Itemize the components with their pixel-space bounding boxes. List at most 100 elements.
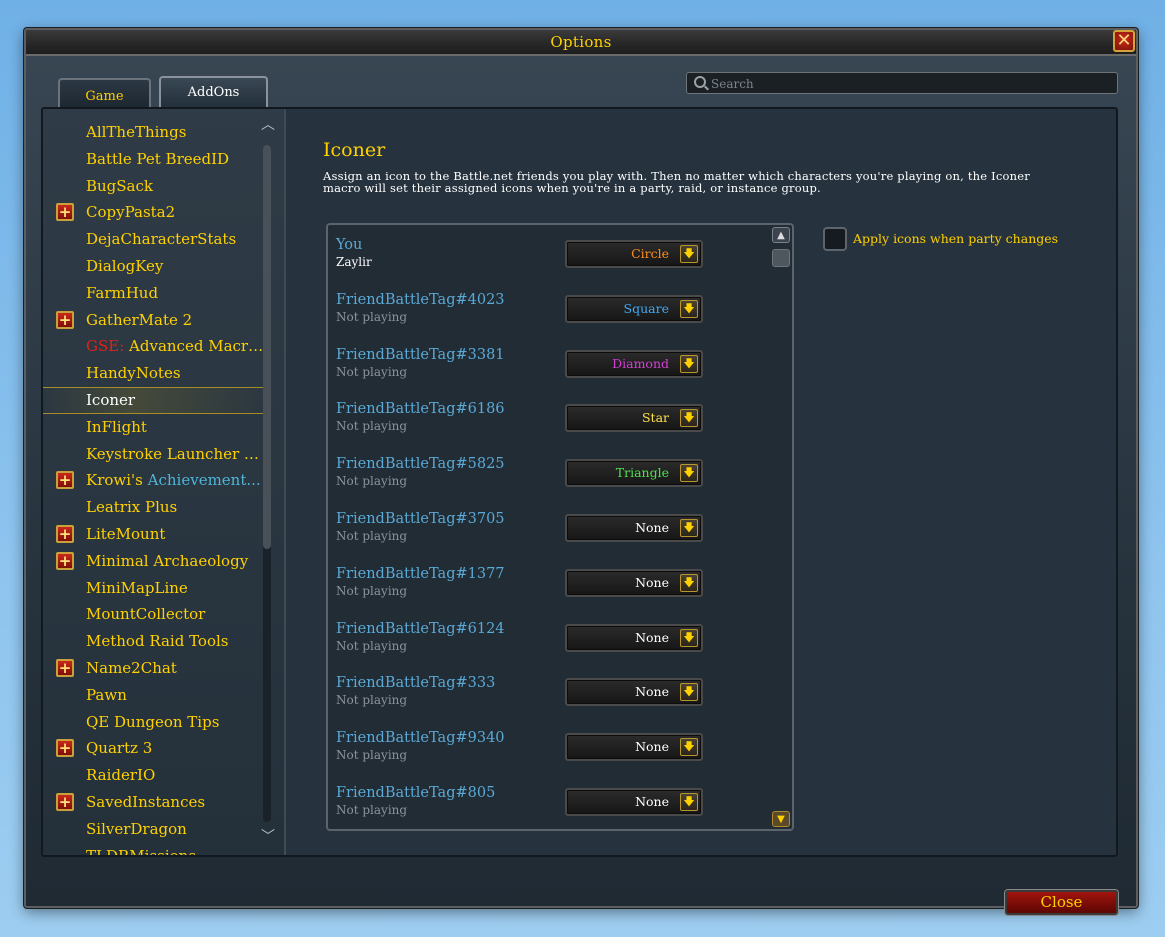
dropdown-arrow-icon[interactable]: 🡇 [680,299,698,318]
icon-dropdown[interactable]: None 🡇 [565,568,703,597]
addon-name-rest: Advanced Macro... [129,337,264,356]
addon-list-item[interactable]: FarmHud [43,280,268,307]
addon-name: SavedInstances [86,793,206,811]
expand-plus-icon[interactable]: + [56,793,74,811]
addon-list-item[interactable]: + Quartz 3 [43,735,268,762]
dropdown-arrow-icon[interactable]: 🡇 [680,738,698,757]
dropdown-arrow-icon[interactable]: 🡇 [680,519,698,537]
icon-dropdown[interactable]: Diamond 🡇 [565,349,703,378]
icon-dropdown-value: Circle [631,246,669,261]
addon-list-item[interactable]: Iconer [43,387,268,414]
expand-plus-icon[interactable]: + [56,203,74,222]
dropdown-arrow-icon[interactable]: 🡇 [680,628,698,647]
friend-name: FriendBattleTag#3381 [336,346,505,363]
addon-list-item[interactable]: MiniMapLine [43,575,268,602]
addon-list-item[interactable]: + LiteMount [43,521,268,548]
expand-plus-icon[interactable]: + [56,525,74,543]
addon-list-item[interactable]: MountCollector [43,601,268,628]
apply-icons-checkbox[interactable] [823,227,847,251]
friends-scroll-down-icon[interactable]: ▼ [772,811,790,827]
friend-status: Not playing [336,638,408,653]
addon-name: Iconer [86,391,136,409]
scroll-down-arrow-icon[interactable]: ﹀ [259,830,277,844]
dropdown-arrow-icon[interactable]: 🡇 [680,683,698,702]
friend-status: Zaylir [336,255,372,269]
addon-list-item[interactable]: + Name2Chat [43,655,268,682]
addon-name: TLDRMissions [86,847,264,855]
addon-name: AllTheThings [86,123,187,141]
friends-scrollbar-thumb[interactable] [772,249,790,267]
search-input[interactable] [709,74,1113,94]
addon-list-item[interactable]: + GatherMate 2 [43,307,268,334]
icon-dropdown[interactable]: Triangle 🡇 [565,459,703,488]
addon-list-item[interactable]: + Krowi's Achievement... [43,467,268,494]
title-bar[interactable]: Options [26,30,1136,56]
friend-status: Not playing [336,693,408,708]
expand-plus-icon[interactable]: + [56,659,74,677]
icon-dropdown[interactable]: Star 🡇 [565,404,703,433]
icon-dropdown[interactable]: None 🡇 [565,623,703,652]
friend-row: FriendBattleTag#5825 Not playing Triangle 🡇 [328,452,768,507]
addon-list-item[interactable]: Method Raid Tools [43,628,268,655]
addon-list-item[interactable]: InFlight [43,414,268,441]
addon-list-item[interactable]: Battle Pet BreedID [43,146,268,173]
addon-list-item[interactable]: Pawn [43,682,268,709]
addon-list-item[interactable]: HandyNotes [43,360,268,387]
addon-list-item[interactable]: + SavedInstances [43,789,268,816]
addon-name: Krowi's Achievement... [86,471,264,489]
icon-dropdown[interactable]: None 🡇 [565,514,703,542]
addon-name: BugSack [86,176,153,195]
addon-list-item[interactable]: DejaCharacterStats [43,226,268,253]
dropdown-arrow-icon[interactable]: 🡇 [680,409,698,428]
dropdown-arrow-icon[interactable]: 🡇 [680,793,698,811]
addon-list-item[interactable]: GSE: Advanced Macro... [43,333,268,360]
addon-name: GatherMate 2 [86,310,193,329]
friends-scroll-up-icon[interactable]: ▲ [772,227,790,243]
search-box[interactable] [686,72,1118,94]
expand-plus-icon[interactable]: + [56,739,74,758]
friend-name: FriendBattleTag#5825 [336,456,505,473]
addon-name: CopyPasta2 [86,203,176,222]
addon-name: SilverDragon [86,819,187,838]
addon-list-item[interactable]: DialogKey [43,253,268,280]
tab-addons[interactable]: AddOns [159,76,268,108]
dropdown-arrow-icon[interactable]: 🡇 [680,245,698,263]
expand-plus-icon[interactable]: + [56,310,74,329]
friend-row: FriendBattleTag#805 Not playing None 🡇 [328,781,768,829]
addon-list-item[interactable]: AllTheThings [43,119,268,146]
close-x-icon[interactable]: ✕ [1113,30,1135,52]
expand-plus-icon[interactable]: + [56,551,74,570]
addon-list-item[interactable]: RaiderIO [43,762,268,789]
icon-dropdown[interactable]: None 🡇 [565,678,703,707]
addon-list-item[interactable]: QE Dungeon Tips [43,709,268,736]
expand-plus-icon[interactable]: + [56,471,74,490]
icon-dropdown-value: None [635,684,669,700]
friend-row: FriendBattleTag#6186 Not playing Star 🡇 [328,397,768,452]
addon-name: Battle Pet BreedID [86,149,230,168]
dropdown-arrow-icon[interactable]: 🡇 [680,354,698,373]
addon-list-item[interactable]: SilverDragon [43,816,268,843]
addon-list-item[interactable]: Keystroke Launcher R... [43,441,268,468]
icon-dropdown[interactable]: Circle 🡇 [565,240,703,268]
icon-dropdown[interactable]: None 🡇 [565,733,703,762]
addon-name-prefix: Krowi's [86,471,143,490]
search-icon [694,76,706,88]
addon-list-item[interactable]: Leatrix Plus [43,494,268,521]
tab-game[interactable]: Game [58,78,151,108]
icon-dropdown[interactable]: Square 🡇 [565,294,703,323]
addon-list-item[interactable]: TLDRMissions [43,843,268,855]
addon-name: HandyNotes [86,364,181,383]
friend-name: FriendBattleTag#4023 [336,291,505,308]
icon-dropdown-value: Square [623,300,669,316]
addon-list-item[interactable]: + Minimal Archaeology [43,548,268,575]
scroll-up-arrow-icon[interactable]: ︿ [259,118,277,132]
close-button[interactable]: Close [1005,890,1118,915]
dropdown-arrow-icon[interactable]: 🡇 [680,464,698,483]
dropdown-arrow-icon[interactable]: 🡇 [680,573,698,592]
addon-list-item[interactable]: BugSack [43,173,268,200]
addon-list-scrollbar-thumb[interactable] [263,145,271,549]
friend-name: FriendBattleTag#805 [336,785,496,801]
addon-list-item[interactable]: + CopyPasta2 [43,199,268,226]
icon-dropdown[interactable]: None 🡇 [565,788,703,816]
friend-row: FriendBattleTag#1377 Not playing None 🡇 [328,562,768,617]
